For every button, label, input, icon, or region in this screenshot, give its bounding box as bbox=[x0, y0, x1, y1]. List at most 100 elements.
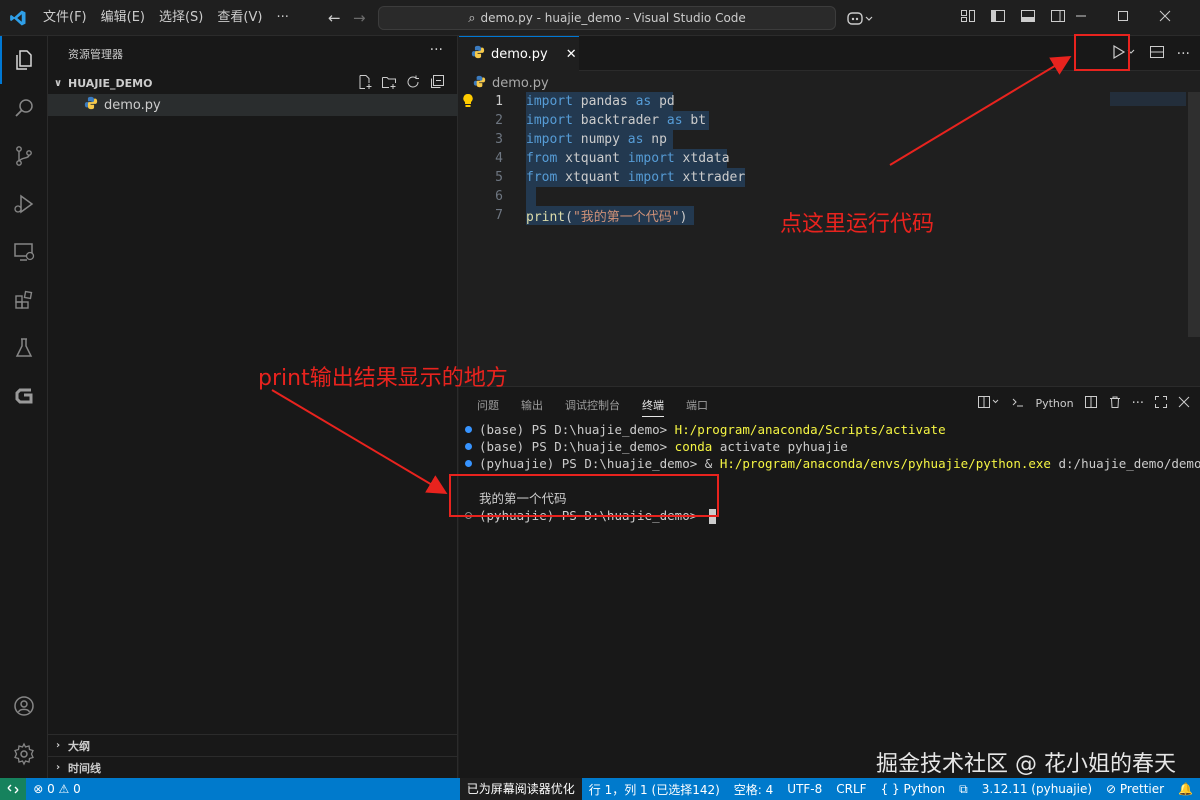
command-success-dot-icon[interactable] bbox=[465, 460, 472, 467]
terminal-profile-label[interactable]: Python bbox=[1035, 397, 1073, 410]
language-mode[interactable]: { } Python bbox=[874, 782, 953, 796]
code-line[interactable]: 3 import numpy as np bbox=[459, 130, 1200, 149]
tab-debug-console[interactable]: 调试控制台 bbox=[565, 397, 620, 417]
minimap[interactable] bbox=[1110, 92, 1186, 106]
copilot-status-icon[interactable]: ⧉ bbox=[952, 782, 975, 797]
code-line[interactable]: 6 bbox=[459, 187, 1200, 206]
timeline-section[interactable]: › 时间线 bbox=[48, 756, 458, 778]
line-number: 1 bbox=[495, 94, 503, 109]
breadcrumb[interactable]: demo.py bbox=[473, 72, 549, 94]
file-demo-py[interactable]: demo.py bbox=[48, 94, 458, 116]
toggle-secondary-sidebar-icon[interactable] bbox=[1050, 8, 1066, 28]
selection-highlight bbox=[526, 187, 536, 206]
run-debug-icon[interactable] bbox=[0, 180, 48, 228]
split-editor-icon[interactable] bbox=[1149, 44, 1165, 64]
timeline-label: 时间线 bbox=[68, 761, 101, 775]
collapse-all-icon[interactable] bbox=[429, 74, 445, 94]
code-token: "我的第一个代码" bbox=[572, 210, 680, 225]
end-of-line[interactable]: CRLF bbox=[829, 782, 873, 796]
extensions-icon[interactable] bbox=[0, 276, 48, 324]
line-number: 5 bbox=[495, 170, 503, 185]
tab-ports[interactable]: 端口 bbox=[686, 397, 708, 417]
vscode-logo-icon bbox=[0, 0, 36, 36]
tab-problems[interactable]: 问题 bbox=[477, 397, 499, 417]
code-line[interactable]: 5 from xtquant import xttrader bbox=[459, 168, 1200, 187]
code-token: as bbox=[666, 113, 683, 128]
more-actions-icon[interactable]: ··· bbox=[1177, 46, 1190, 62]
code-line[interactable]: 1 import pandas as pd bbox=[459, 92, 1200, 111]
refresh-icon[interactable] bbox=[405, 74, 421, 94]
file-name: demo.py bbox=[104, 97, 161, 113]
g-extension-icon[interactable] bbox=[0, 372, 48, 420]
command-center[interactable]: ⌕ demo.py - huajie_demo - Visual Studio … bbox=[378, 6, 836, 30]
command-success-dot-icon[interactable] bbox=[465, 426, 472, 433]
chevron-right-icon: › bbox=[55, 762, 61, 773]
menu-file[interactable]: 文件(F) bbox=[36, 0, 94, 36]
menu-selection[interactable]: 选择(S) bbox=[152, 0, 210, 36]
outline-section[interactable]: › 大纲 bbox=[48, 734, 458, 756]
explorer-icon[interactable] bbox=[0, 36, 48, 84]
maximize-icon[interactable] bbox=[1117, 10, 1129, 26]
code-line[interactable]: 2 import backtrader as bt bbox=[459, 111, 1200, 130]
kill-terminal-trash-icon[interactable] bbox=[1108, 395, 1122, 412]
minimize-icon[interactable] bbox=[1075, 10, 1087, 26]
indentation[interactable]: 空格: 4 bbox=[727, 781, 781, 798]
search-view-icon[interactable] bbox=[0, 84, 48, 132]
new-terminal-split-icon[interactable] bbox=[977, 395, 1001, 412]
tab-terminal[interactable]: 终端 bbox=[642, 397, 664, 417]
close-panel-icon[interactable] bbox=[1178, 396, 1190, 411]
encoding[interactable]: UTF-8 bbox=[780, 782, 829, 796]
line-number: 3 bbox=[495, 132, 503, 147]
account-icon[interactable] bbox=[0, 682, 48, 730]
close-window-icon[interactable] bbox=[1159, 10, 1171, 26]
toggle-sidebar-icon[interactable] bbox=[990, 8, 1006, 28]
terminal-prompt: (base) PS D:\huajie_demo> bbox=[479, 422, 675, 437]
prettier-status[interactable]: ⊘ Prettier bbox=[1099, 782, 1171, 796]
warning-count: 0 bbox=[73, 782, 81, 796]
explorer-sidebar: 资源管理器 ··· ∨ HUAJIE_DEMO demo.py › 大纲 › 时… bbox=[48, 36, 458, 778]
cursor-position[interactable]: 行 1，列 1 (已选择142) bbox=[582, 781, 727, 798]
forward-arrow-icon[interactable]: → bbox=[345, 9, 374, 27]
settings-gear-icon[interactable] bbox=[0, 730, 48, 778]
explorer-more-icon[interactable]: ··· bbox=[430, 42, 443, 58]
split-terminal-icon[interactable] bbox=[1084, 395, 1098, 412]
toggle-panel-icon[interactable] bbox=[1020, 8, 1036, 28]
screen-reader-mode[interactable]: 已为屏幕阅读器优化 bbox=[459, 778, 582, 800]
code-line[interactable]: 4 from xtquant import xtdata bbox=[459, 149, 1200, 168]
code-token: print bbox=[526, 210, 566, 225]
copilot-icon[interactable] bbox=[846, 0, 874, 36]
notifications-bell-icon[interactable]: 🔔 bbox=[1171, 782, 1200, 796]
watermark: 掘金技术社区 @ 花小姐的春天 bbox=[876, 752, 1176, 777]
code-token: ) bbox=[679, 210, 688, 225]
command-success-dot-icon[interactable] bbox=[465, 443, 472, 450]
maximize-panel-icon[interactable] bbox=[1154, 395, 1168, 412]
editor-scrollbar[interactable] bbox=[1188, 92, 1200, 337]
close-icon[interactable]: ✕ bbox=[566, 47, 577, 62]
testing-flask-icon[interactable] bbox=[0, 324, 48, 372]
title-bar: 文件(F) 编辑(E) 选择(S) 查看(V) ··· ← → ⌕ demo.p… bbox=[0, 0, 1200, 36]
menu-edit[interactable]: 编辑(E) bbox=[94, 0, 152, 36]
python-interpreter[interactable]: 3.12.11 (pyhuajie) bbox=[975, 782, 1099, 796]
code-token: import bbox=[627, 151, 675, 166]
output-highlight bbox=[449, 474, 719, 517]
code-token: import bbox=[627, 170, 675, 185]
code-text: from xtquant import xtdata bbox=[526, 151, 730, 166]
terminal-prompt: (base) PS D:\huajie_demo> bbox=[479, 439, 675, 454]
source-control-icon[interactable] bbox=[0, 132, 48, 180]
new-folder-icon[interactable] bbox=[381, 74, 397, 94]
remote-explorer-icon[interactable] bbox=[0, 228, 48, 276]
remote-indicator-icon[interactable] bbox=[0, 778, 27, 800]
tab-demo-py[interactable]: demo.py ✕ bbox=[459, 36, 579, 71]
code-token: from bbox=[526, 170, 558, 185]
menu-view[interactable]: 查看(V) bbox=[210, 0, 269, 36]
new-file-icon[interactable] bbox=[357, 74, 373, 94]
terminal-args: d:/huajie_demo/demo.py bbox=[1058, 456, 1200, 471]
tab-output[interactable]: 输出 bbox=[521, 397, 543, 417]
more-actions-icon[interactable]: ··· bbox=[1132, 396, 1144, 411]
error-count: 0 bbox=[47, 782, 55, 796]
python-file-icon bbox=[473, 75, 486, 92]
customize-layout-icon[interactable] bbox=[960, 8, 976, 28]
menu-more[interactable]: ··· bbox=[269, 0, 295, 36]
problems-indicator[interactable]: ⊗ 0 ⚠ 0 bbox=[26, 782, 88, 796]
run-button-highlight bbox=[1074, 34, 1130, 71]
